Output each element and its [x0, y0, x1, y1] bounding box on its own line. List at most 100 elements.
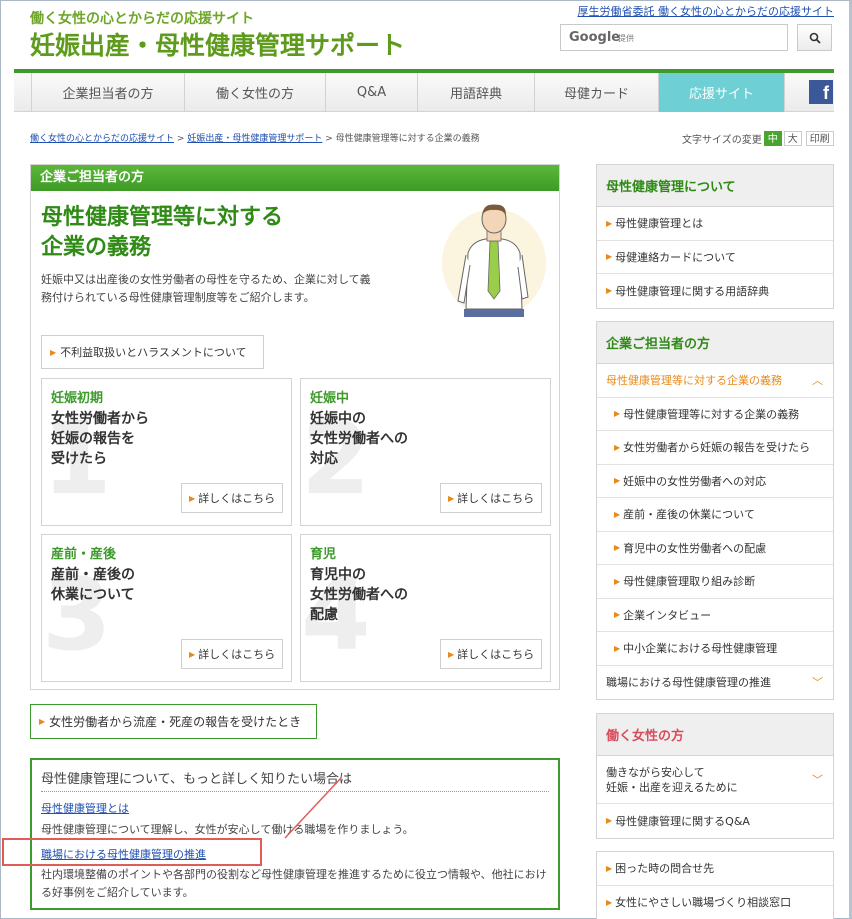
sidebar-item-label: 育児中の女性労働者への配慮	[623, 541, 767, 555]
sidebar-item-label: 母性健康管理に関するQ&A	[615, 814, 750, 828]
sidebar-item-label: 母性健康管理等に対する企業の義務	[623, 407, 800, 421]
step-title-line: 女性労働者への	[310, 587, 408, 603]
arrow-right-icon: ▶	[614, 610, 621, 620]
page-description: 妊娠中又は出産後の女性労働者の母性を守るため、企業に対して義務付けられている母性…	[41, 273, 371, 304]
sidebar-subitem[interactable]: ▶ 中小企業における母性健康管理	[597, 632, 833, 666]
miscarriage-report-label: 女性労働者から流産・死産の報告を受けたとき	[49, 715, 302, 729]
maternal-health-link[interactable]: 母性健康管理とは	[41, 800, 129, 816]
sidebar-item-label: 働きながら安心して 妊娠・出産を迎えるために	[606, 765, 738, 795]
sidebar-item-about[interactable]: ▶ 母性健康管理とは	[597, 207, 833, 241]
arrow-right-icon: ▶	[606, 863, 613, 873]
sidebar-maternal-health: 母性健康管理について ▶ 母性健康管理とは ▶ 母健連絡カードについて ▶ 母性健康管…	[596, 164, 834, 309]
sidebar-item-card[interactable]: ▶ 母健連絡カードについて	[597, 241, 833, 274]
sidebar-item-label-line: 働きながら安心して	[606, 765, 705, 779]
main-content: 企業ご担当者の方 母性健康管理等に対する 企業の義務 妊娠中又は出産後の女性労働…	[30, 164, 560, 690]
step-title-line: 産前・産後の	[51, 567, 135, 583]
businessman-illustration	[442, 204, 546, 317]
step-title-line: 妊娠の報告を	[51, 431, 135, 447]
sidebar-subitem[interactable]: ▶ 企業インタビュー	[597, 599, 833, 632]
font-size-label: 文字サイズの変更	[682, 135, 762, 146]
facebook-icon[interactable]: f	[809, 80, 833, 104]
breadcrumb-separator: >	[176, 134, 185, 144]
step-card-3[interactable]: 3 産前・産後 産前・産後の 休業について ▶ 詳しくはこちら	[41, 534, 292, 682]
arrow-right-icon: ▶	[606, 218, 613, 228]
arrow-right-icon: ▶	[39, 717, 46, 726]
arrow-right-icon: ▶	[614, 442, 621, 452]
details-button-label: 詳しくはこちら	[198, 492, 276, 505]
nav-item-support[interactable]: 応援サイト	[659, 73, 785, 112]
nav-item-company[interactable]: 企業担当者の方	[31, 73, 185, 112]
print-button[interactable]: 印刷	[805, 131, 834, 146]
nav-item-glossary[interactable]: 用語辞典	[418, 73, 535, 112]
font-size-medium-button[interactable]: 中	[763, 131, 782, 146]
sidebar-item-label: 企業インタビュー	[623, 608, 712, 622]
breadcrumb: 働く女性の心とからだの応援サイト > 妊娠出産・母性健康管理サポート > 母性健…	[30, 131, 480, 144]
font-size-controls: 文字サイズの変更 中 大 印刷	[682, 131, 834, 146]
arrow-right-icon: ▶	[614, 476, 621, 486]
sidebar-women: 働く女性の方 働きながら安心して 妊娠・出産を迎えるために ﹀ ▶ 母性健康管理に…	[596, 713, 834, 839]
sidebar-subitem[interactable]: ▶ 産前・産後の休業について	[597, 498, 833, 532]
arrow-right-icon: ▶	[614, 409, 621, 419]
sidebar-subitem[interactable]: ▶ 女性労働者から妊娠の報告を受けたら	[597, 431, 833, 465]
sidebar-subitem[interactable]: ▶ 母性健康管理取り組み診断	[597, 565, 833, 599]
step-card-4[interactable]: 4 育児 育児中の 女性労働者への 配慮 ▶ 詳しくはこちら	[300, 534, 551, 682]
breadcrumb-current: 母性健康管理等に対する企業の義務	[335, 134, 480, 144]
details-button[interactable]: ▶ 詳しくはこちら	[181, 639, 283, 669]
section-label: 企業ご担当者の方	[31, 165, 559, 191]
page-title-line1: 母性健康管理等に対する	[41, 205, 284, 230]
sidebar-item-qa[interactable]: ▶ 母性健康管理に関するQ&A	[597, 804, 833, 838]
sidebar-item-label: 母性健康管理等に対する企業の義務	[606, 374, 782, 388]
page-title: 母性健康管理等に対する 企業の義務	[41, 203, 283, 263]
details-button[interactable]: ▶ 詳しくはこちら	[440, 483, 542, 513]
gov-link[interactable]: 厚生労働省委託 働く女性の心とからだの応援サイト	[578, 3, 835, 19]
harassment-button[interactable]: ▶ 不利益取扱いとハラスメントについて	[41, 335, 264, 369]
sidebar-item-label: 母性健康管理とは	[615, 217, 704, 231]
arrow-right-icon: ▶	[606, 816, 613, 826]
chevron-up-icon: ︿	[812, 374, 823, 388]
font-size-large-button[interactable]: 大	[783, 131, 802, 146]
step-title: 妊娠中の 女性労働者への 対応	[310, 409, 408, 469]
chevron-down-icon: ﹀	[812, 773, 823, 786]
sidebar-item-label: 母健連絡カードについて	[615, 250, 736, 264]
step-label: 妊娠中	[310, 391, 350, 406]
details-button-label: 詳しくはこちら	[457, 492, 535, 505]
sidebar-item-promotion[interactable]: 職場における母性健康管理の推進 ﹀	[597, 666, 833, 700]
step-card-1[interactable]: 1 妊娠初期 女性労働者から 妊娠の報告を 受けたら ▶ 詳しくはこちら	[41, 378, 292, 526]
step-title-line: 休業について	[51, 587, 135, 603]
search-input[interactable]: Google 提供	[560, 24, 788, 51]
sidebar-item-consultation[interactable]: ▶ 女性にやさしい職場づくり相談窓口	[597, 886, 833, 919]
sidebar-item-pregnancy[interactable]: 働きながら安心して 妊娠・出産を迎えるために ﹀	[597, 756, 833, 804]
breadcrumb-support[interactable]: 妊娠出産・母性健康管理サポート	[187, 134, 322, 144]
arrow-right-icon: ▶	[606, 286, 613, 296]
step-title-line: 女性労働者から	[51, 411, 149, 427]
sidebar-subitem[interactable]: ▶ 母性健康管理等に対する企業の義務	[597, 398, 833, 431]
google-logo: Google	[569, 30, 621, 45]
maternal-health-description: 母性健康管理について理解し、女性が安心して働ける職場を作りましょう。	[41, 823, 414, 836]
sidebar-item-contact[interactable]: ▶ 困った時の問合せ先	[597, 852, 833, 886]
nav-item-card[interactable]: 母健カード	[535, 73, 659, 112]
sidebar-item-label: 女性労働者から妊娠の報告を受けたら	[623, 441, 811, 455]
sidebar-subitem[interactable]: ▶ 育児中の女性労働者への配慮	[597, 532, 833, 565]
sidebar-item-current[interactable]: 母性健康管理等に対する企業の義務 ︿	[597, 364, 833, 398]
sidebar-item-glossary[interactable]: ▶ 母性健康管理に関する用語辞典	[597, 274, 833, 308]
details-button[interactable]: ▶ 詳しくはこちら	[181, 483, 283, 513]
sidebar-heading: 企業ご担当者の方	[597, 322, 833, 364]
nav-item-women[interactable]: 働く女性の方	[185, 73, 326, 112]
step-title: 産前・産後の 休業について	[51, 565, 135, 605]
sidebar-item-label: 女性にやさしい職場づくり相談窓口	[615, 896, 792, 910]
breadcrumb-home[interactable]: 働く女性の心とからだの応援サイト	[30, 134, 174, 144]
arrow-right-icon: ▶	[50, 347, 57, 357]
sidebar-item-label: 産前・産後の休業について	[623, 508, 755, 522]
search-button[interactable]	[797, 24, 832, 51]
details-button[interactable]: ▶ 詳しくはこちら	[440, 639, 542, 669]
miscarriage-report-button[interactable]: ▶ 女性労働者から流産・死産の報告を受けたとき	[30, 704, 317, 739]
nav-item-qa[interactable]: Q&A	[326, 73, 418, 112]
global-nav: 企業担当者の方 働く女性の方 Q&A 用語辞典 母健カード 応援サイト	[14, 73, 834, 112]
sidebar-subitem[interactable]: ▶ 妊娠中の女性労働者への対応	[597, 465, 833, 498]
step-card-2[interactable]: 2 妊娠中 妊娠中の 女性労働者への 対応 ▶ 詳しくはこちら	[300, 378, 551, 526]
site-subtitle[interactable]: 働く女性の心とからだの応援サイト	[30, 8, 254, 28]
sidebar-item-label: 中小企業における母性健康管理	[623, 642, 778, 656]
site-title[interactable]: 妊娠出産・母性健康管理サポート	[30, 26, 405, 62]
arrow-right-icon: ▶	[614, 643, 621, 653]
